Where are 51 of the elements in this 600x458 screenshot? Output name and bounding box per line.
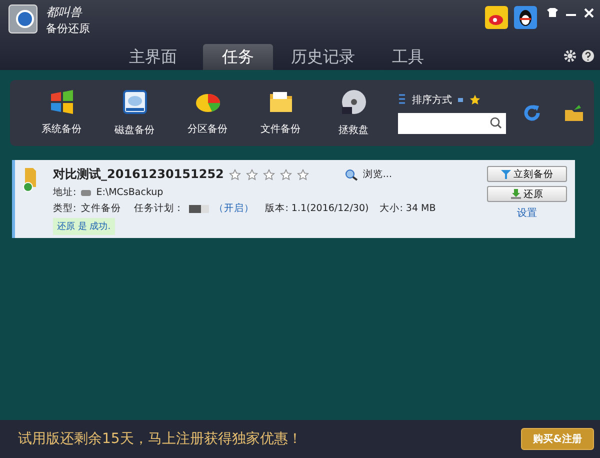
drive-icon: [81, 190, 92, 196]
backup-tool-button[interactable]: 分区备份: [171, 90, 244, 136]
trial-message: 试用版还剩余15天，马上注册获得独家优惠！: [18, 430, 303, 448]
size-text: 大小: 34 MB: [380, 202, 436, 215]
sort-label[interactable]: 排序方式: [412, 92, 452, 106]
help-icon[interactable]: [582, 50, 594, 62]
funnel-icon: [500, 169, 510, 179]
nav-tab[interactable]: 任务: [203, 44, 273, 70]
star-icon[interactable]: [280, 168, 292, 180]
schedule-label: 任务计划：: [134, 202, 184, 215]
app-subtitle: 备份还原: [46, 21, 90, 36]
settings-link[interactable]: 设置: [517, 206, 537, 220]
browse-link[interactable]: 浏览...: [362, 168, 392, 181]
type-value: 文件备份: [81, 202, 122, 215]
folder-icon: [268, 90, 294, 114]
backup-tool-button[interactable]: 拯救盘: [317, 89, 390, 137]
address-label: 地址:: [53, 186, 76, 199]
download-arrow-icon: [510, 189, 520, 199]
close-icon[interactable]: [584, 8, 594, 18]
enable-schedule-link[interactable]: （开启）: [214, 202, 254, 215]
star-icon[interactable]: [228, 168, 241, 180]
star-icon[interactable]: [262, 168, 275, 180]
nav-tab[interactable]: 主界面: [113, 44, 193, 70]
search-icon: [490, 117, 502, 129]
settings-icon[interactable]: [564, 50, 576, 62]
nav-tab[interactable]: 历史记录: [283, 44, 363, 70]
backup-tool-button[interactable]: 磁盘备份: [98, 89, 171, 137]
cd-disc-icon: [340, 89, 366, 115]
task-name: 对比测试_20161230151252: [53, 166, 224, 183]
refresh-icon[interactable]: [522, 103, 542, 123]
version-text: 版本: 1.1(2016/12/30): [265, 202, 369, 215]
task-action-button[interactable]: 还原: [487, 186, 567, 202]
nav-tab[interactable]: 工具: [373, 44, 443, 70]
logo-text: 都叫兽: [46, 4, 84, 21]
magnifier-icon[interactable]: [344, 168, 358, 180]
folder-arrow-icon[interactable]: [564, 104, 584, 122]
task-action-button[interactable]: 立刻备份: [487, 166, 567, 182]
backup-tool-button[interactable]: 系统备份: [25, 90, 98, 136]
task-card[interactable]: 对比测试_20161230151252 浏览... 地址: E:\MCsBackup 类型: 文件备份 任务计划： （开启） 版本: 1.1(2016/12/30) 大小: 34 MB 还原 是 成功. 立刻备份 还原 设置: [12, 160, 575, 238]
status-message: 还原 是 成功.: [53, 218, 115, 235]
windows-flag-icon: [48, 90, 74, 114]
star-icon[interactable]: [469, 94, 481, 106]
penguin-icon[interactable]: [514, 6, 537, 29]
type-label: 类型:: [53, 202, 76, 215]
address-value: E:\MCsBackup: [96, 187, 164, 198]
schedule-toggle[interactable]: [189, 204, 210, 212]
shirt-icon[interactable]: [547, 8, 558, 17]
star-icon[interactable]: [246, 168, 258, 180]
star-icon[interactable]: [296, 168, 309, 180]
search-field[interactable]: [398, 112, 506, 134]
backup-tool-button[interactable]: 文件备份: [244, 90, 317, 136]
